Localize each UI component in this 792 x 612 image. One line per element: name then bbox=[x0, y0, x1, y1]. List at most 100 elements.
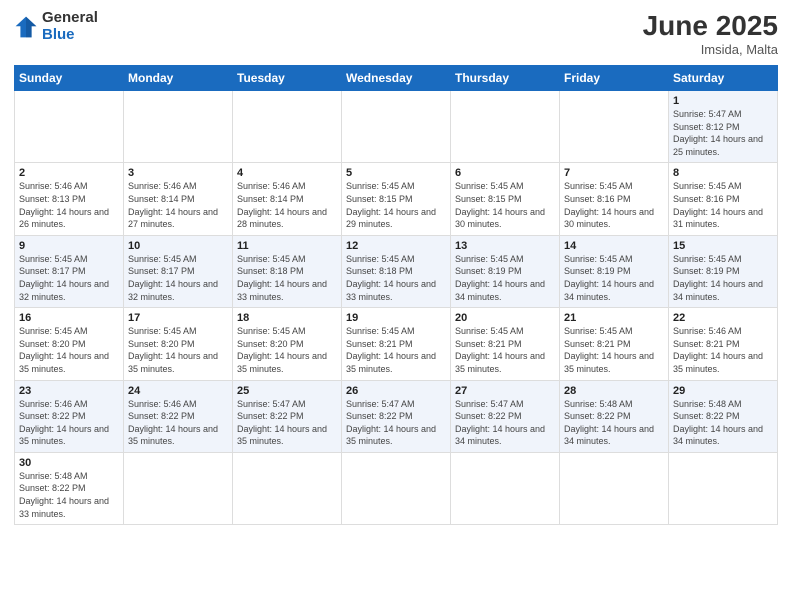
header-wednesday: Wednesday bbox=[342, 66, 451, 91]
day-info: Sunrise: 5:47 AMSunset: 8:22 PMDaylight:… bbox=[346, 398, 446, 448]
calendar-cell bbox=[560, 91, 669, 163]
calendar-cell: 9Sunrise: 5:45 AMSunset: 8:17 PMDaylight… bbox=[15, 235, 124, 307]
calendar-cell: 20Sunrise: 5:45 AMSunset: 8:21 PMDayligh… bbox=[451, 308, 560, 380]
calendar-cell: 15Sunrise: 5:45 AMSunset: 8:19 PMDayligh… bbox=[669, 235, 778, 307]
calendar-cell bbox=[124, 91, 233, 163]
day-number: 7 bbox=[564, 167, 664, 179]
day-info: Sunrise: 5:45 AMSunset: 8:19 PMDaylight:… bbox=[564, 253, 664, 303]
calendar-cell: 27Sunrise: 5:47 AMSunset: 8:22 PMDayligh… bbox=[451, 380, 560, 452]
header-thursday: Thursday bbox=[451, 66, 560, 91]
calendar-cell bbox=[451, 91, 560, 163]
day-number: 20 bbox=[455, 312, 555, 324]
calendar-cell bbox=[15, 91, 124, 163]
day-info: Sunrise: 5:48 AMSunset: 8:22 PMDaylight:… bbox=[673, 398, 773, 448]
day-info: Sunrise: 5:45 AMSunset: 8:20 PMDaylight:… bbox=[237, 325, 337, 375]
header-row: SundayMondayTuesdayWednesdayThursdayFrid… bbox=[15, 66, 778, 91]
day-number: 21 bbox=[564, 312, 664, 324]
day-info: Sunrise: 5:47 AMSunset: 8:22 PMDaylight:… bbox=[455, 398, 555, 448]
calendar-cell: 3Sunrise: 5:46 AMSunset: 8:14 PMDaylight… bbox=[124, 163, 233, 235]
location: Imsida, Malta bbox=[643, 42, 778, 57]
day-info: Sunrise: 5:45 AMSunset: 8:19 PMDaylight:… bbox=[455, 253, 555, 303]
header-monday: Monday bbox=[124, 66, 233, 91]
calendar-cell: 5Sunrise: 5:45 AMSunset: 8:15 PMDaylight… bbox=[342, 163, 451, 235]
day-info: Sunrise: 5:48 AMSunset: 8:22 PMDaylight:… bbox=[19, 470, 119, 520]
calendar-cell: 29Sunrise: 5:48 AMSunset: 8:22 PMDayligh… bbox=[669, 380, 778, 452]
calendar-cell: 16Sunrise: 5:45 AMSunset: 8:20 PMDayligh… bbox=[15, 308, 124, 380]
calendar-cell: 18Sunrise: 5:45 AMSunset: 8:20 PMDayligh… bbox=[233, 308, 342, 380]
day-info: Sunrise: 5:46 AMSunset: 8:14 PMDaylight:… bbox=[237, 180, 337, 230]
day-info: Sunrise: 5:46 AMSunset: 8:14 PMDaylight:… bbox=[128, 180, 228, 230]
calendar-cell: 8Sunrise: 5:45 AMSunset: 8:16 PMDaylight… bbox=[669, 163, 778, 235]
day-number: 4 bbox=[237, 167, 337, 179]
calendar-week-0: 1Sunrise: 5:47 AMSunset: 8:12 PMDaylight… bbox=[15, 91, 778, 163]
day-number: 25 bbox=[237, 385, 337, 397]
page: General Blue June 2025 Imsida, Malta Sun… bbox=[0, 0, 792, 612]
calendar-cell bbox=[124, 452, 233, 524]
calendar-cell: 12Sunrise: 5:45 AMSunset: 8:18 PMDayligh… bbox=[342, 235, 451, 307]
header-tuesday: Tuesday bbox=[233, 66, 342, 91]
day-number: 30 bbox=[19, 457, 119, 469]
day-info: Sunrise: 5:45 AMSunset: 8:16 PMDaylight:… bbox=[564, 180, 664, 230]
day-number: 28 bbox=[564, 385, 664, 397]
day-number: 16 bbox=[19, 312, 119, 324]
day-info: Sunrise: 5:46 AMSunset: 8:22 PMDaylight:… bbox=[19, 398, 119, 448]
header: General Blue June 2025 Imsida, Malta bbox=[14, 10, 778, 57]
calendar-cell: 26Sunrise: 5:47 AMSunset: 8:22 PMDayligh… bbox=[342, 380, 451, 452]
calendar-cell: 24Sunrise: 5:46 AMSunset: 8:22 PMDayligh… bbox=[124, 380, 233, 452]
day-number: 12 bbox=[346, 240, 446, 252]
calendar-cell: 4Sunrise: 5:46 AMSunset: 8:14 PMDaylight… bbox=[233, 163, 342, 235]
day-number: 24 bbox=[128, 385, 228, 397]
calendar-cell: 11Sunrise: 5:45 AMSunset: 8:18 PMDayligh… bbox=[233, 235, 342, 307]
day-info: Sunrise: 5:45 AMSunset: 8:16 PMDaylight:… bbox=[673, 180, 773, 230]
calendar-table: SundayMondayTuesdayWednesdayThursdayFrid… bbox=[14, 65, 778, 525]
day-number: 19 bbox=[346, 312, 446, 324]
calendar-cell: 19Sunrise: 5:45 AMSunset: 8:21 PMDayligh… bbox=[342, 308, 451, 380]
calendar-cell bbox=[342, 91, 451, 163]
logo: General Blue bbox=[14, 10, 98, 43]
day-number: 22 bbox=[673, 312, 773, 324]
day-info: Sunrise: 5:47 AMSunset: 8:12 PMDaylight:… bbox=[673, 108, 773, 158]
calendar-cell: 2Sunrise: 5:46 AMSunset: 8:13 PMDaylight… bbox=[15, 163, 124, 235]
calendar-cell bbox=[342, 452, 451, 524]
calendar-week-5: 30Sunrise: 5:48 AMSunset: 8:22 PMDayligh… bbox=[15, 452, 778, 524]
day-number: 8 bbox=[673, 167, 773, 179]
day-info: Sunrise: 5:45 AMSunset: 8:20 PMDaylight:… bbox=[19, 325, 119, 375]
day-info: Sunrise: 5:45 AMSunset: 8:17 PMDaylight:… bbox=[19, 253, 119, 303]
day-info: Sunrise: 5:45 AMSunset: 8:19 PMDaylight:… bbox=[673, 253, 773, 303]
day-info: Sunrise: 5:45 AMSunset: 8:18 PMDaylight:… bbox=[346, 253, 446, 303]
day-number: 9 bbox=[19, 240, 119, 252]
calendar-cell bbox=[669, 452, 778, 524]
calendar-cell: 13Sunrise: 5:45 AMSunset: 8:19 PMDayligh… bbox=[451, 235, 560, 307]
day-number: 10 bbox=[128, 240, 228, 252]
logo-blue: Blue bbox=[42, 27, 98, 44]
day-info: Sunrise: 5:45 AMSunset: 8:15 PMDaylight:… bbox=[455, 180, 555, 230]
day-info: Sunrise: 5:48 AMSunset: 8:22 PMDaylight:… bbox=[564, 398, 664, 448]
header-saturday: Saturday bbox=[669, 66, 778, 91]
calendar-week-1: 2Sunrise: 5:46 AMSunset: 8:13 PMDaylight… bbox=[15, 163, 778, 235]
day-info: Sunrise: 5:45 AMSunset: 8:15 PMDaylight:… bbox=[346, 180, 446, 230]
calendar-cell: 21Sunrise: 5:45 AMSunset: 8:21 PMDayligh… bbox=[560, 308, 669, 380]
calendar-week-3: 16Sunrise: 5:45 AMSunset: 8:20 PMDayligh… bbox=[15, 308, 778, 380]
month-title: June 2025 bbox=[643, 10, 778, 42]
day-number: 27 bbox=[455, 385, 555, 397]
day-info: Sunrise: 5:45 AMSunset: 8:20 PMDaylight:… bbox=[128, 325, 228, 375]
day-info: Sunrise: 5:45 AMSunset: 8:17 PMDaylight:… bbox=[128, 253, 228, 303]
calendar-cell: 25Sunrise: 5:47 AMSunset: 8:22 PMDayligh… bbox=[233, 380, 342, 452]
calendar-cell: 14Sunrise: 5:45 AMSunset: 8:19 PMDayligh… bbox=[560, 235, 669, 307]
calendar-cell bbox=[233, 452, 342, 524]
calendar-cell: 23Sunrise: 5:46 AMSunset: 8:22 PMDayligh… bbox=[15, 380, 124, 452]
calendar-cell: 10Sunrise: 5:45 AMSunset: 8:17 PMDayligh… bbox=[124, 235, 233, 307]
day-info: Sunrise: 5:45 AMSunset: 8:21 PMDaylight:… bbox=[455, 325, 555, 375]
calendar-week-2: 9Sunrise: 5:45 AMSunset: 8:17 PMDaylight… bbox=[15, 235, 778, 307]
day-number: 15 bbox=[673, 240, 773, 252]
logo-text: General Blue bbox=[42, 10, 98, 43]
calendar-week-4: 23Sunrise: 5:46 AMSunset: 8:22 PMDayligh… bbox=[15, 380, 778, 452]
day-number: 3 bbox=[128, 167, 228, 179]
day-number: 17 bbox=[128, 312, 228, 324]
calendar-cell bbox=[233, 91, 342, 163]
day-info: Sunrise: 5:46 AMSunset: 8:22 PMDaylight:… bbox=[128, 398, 228, 448]
day-info: Sunrise: 5:45 AMSunset: 8:18 PMDaylight:… bbox=[237, 253, 337, 303]
logo-general: General bbox=[42, 10, 98, 27]
day-number: 18 bbox=[237, 312, 337, 324]
day-number: 5 bbox=[346, 167, 446, 179]
